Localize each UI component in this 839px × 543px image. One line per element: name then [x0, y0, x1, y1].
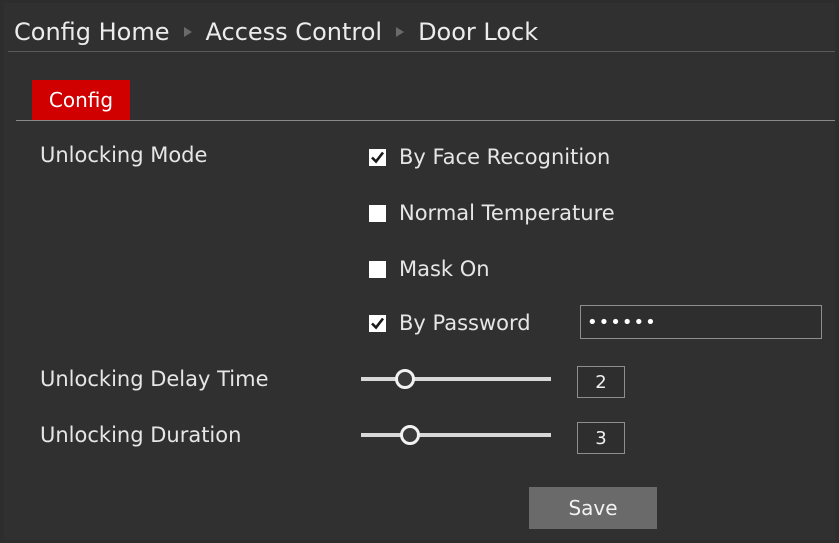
- breadcrumb-separator-icon: [183, 27, 192, 37]
- password-value: ••••••: [587, 311, 657, 333]
- unlocking-delay-time-label: Unlocking Delay Time: [40, 367, 269, 391]
- duration-value[interactable]: 3: [577, 422, 625, 454]
- breadcrumb-separator-icon: [396, 27, 405, 37]
- breadcrumb: Config Home Access Control Door Lock: [14, 17, 538, 47]
- slider-track: [361, 433, 551, 437]
- checkbox-mask-on[interactable]: Mask On: [369, 257, 490, 281]
- checkbox-checked-icon[interactable]: [369, 148, 386, 166]
- header-divider: [8, 51, 835, 52]
- checkbox-by-password[interactable]: By Password: [369, 311, 531, 335]
- password-field[interactable]: ••••••: [580, 305, 822, 339]
- tab-divider: [16, 120, 835, 121]
- unlocking-mode-label: Unlocking Mode: [40, 143, 208, 167]
- breadcrumb-config-home[interactable]: Config Home: [14, 18, 170, 46]
- checkbox-face-recognition[interactable]: By Face Recognition: [369, 145, 610, 169]
- checkbox-checked-icon[interactable]: [369, 314, 386, 332]
- checkbox-label: By Face Recognition: [399, 145, 611, 169]
- unlocking-duration-label: Unlocking Duration: [40, 423, 242, 447]
- checkbox-unchecked-icon[interactable]: [369, 204, 386, 222]
- tab-config[interactable]: Config: [32, 80, 130, 120]
- slider-thumb[interactable]: [400, 425, 421, 445]
- save-button[interactable]: Save: [529, 487, 657, 529]
- checkbox-label: Normal Temperature: [399, 201, 615, 225]
- breadcrumb-access-control[interactable]: Access Control: [206, 18, 383, 46]
- checkbox-label: Mask On: [399, 257, 490, 281]
- breadcrumb-door-lock: Door Lock: [418, 18, 539, 46]
- checkbox-label: By Password: [399, 311, 531, 335]
- delay-time-value[interactable]: 2: [577, 366, 625, 398]
- duration-slider[interactable]: [361, 425, 551, 445]
- checkbox-unchecked-icon[interactable]: [369, 260, 386, 278]
- checkbox-normal-temperature[interactable]: Normal Temperature: [369, 201, 615, 225]
- delay-time-slider[interactable]: [361, 369, 551, 389]
- slider-thumb[interactable]: [394, 369, 415, 389]
- door-lock-config-panel: Config Home Access Control Door Lock Con…: [4, 3, 835, 540]
- slider-track: [361, 377, 551, 381]
